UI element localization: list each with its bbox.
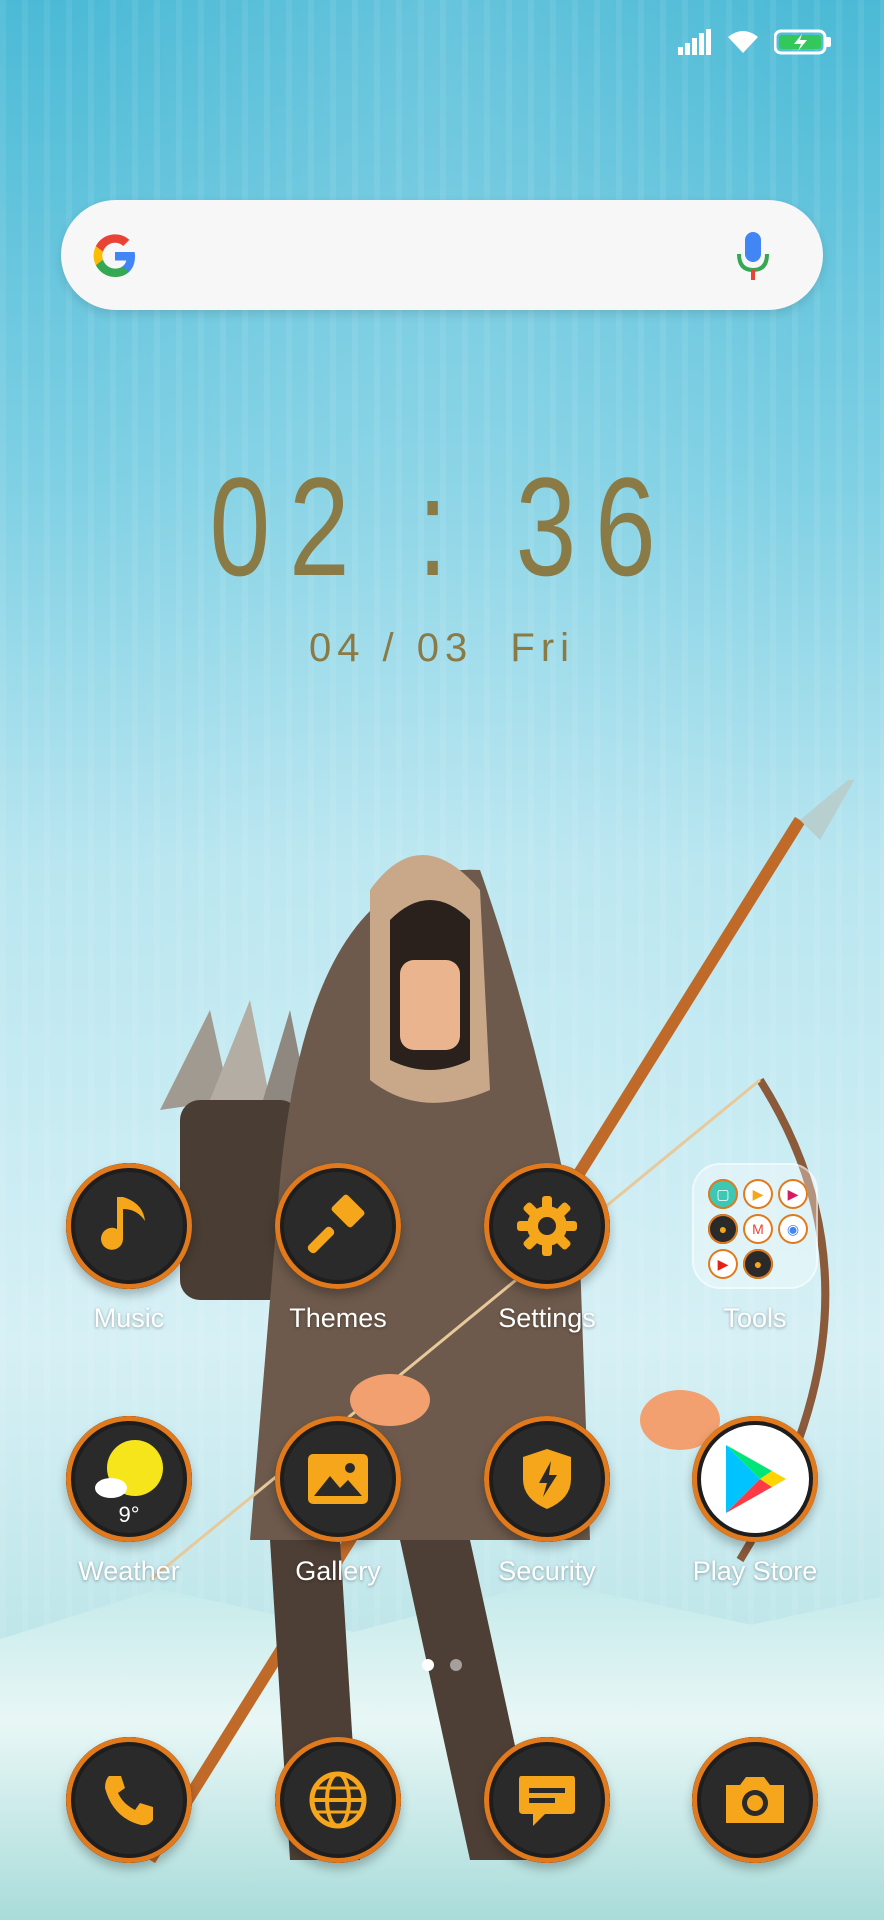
weather-sun-icon: 9° — [66, 1416, 192, 1542]
app-label: Music — [93, 1303, 165, 1333]
app-label: Weather — [78, 1556, 180, 1586]
app-gallery[interactable]: Gallery — [248, 1416, 428, 1587]
shield-bolt-icon — [484, 1416, 610, 1542]
contacts-icon: ● — [708, 1214, 738, 1244]
wallpaper-archer-illustration — [144, 780, 855, 1864]
play-store-icon — [692, 1416, 818, 1542]
folder-icon: ▢ ▶ ▶ ● M ◉ ▶ ● — [692, 1163, 818, 1289]
app-settings[interactable]: Settings — [457, 1163, 637, 1334]
gmail-icon: M — [743, 1214, 773, 1244]
dock-phone[interactable] — [39, 1737, 219, 1863]
youtube-icon: ▶ — [708, 1249, 738, 1279]
clock-time[interactable]: 02 : 36 — [97, 452, 787, 602]
wifi-icon — [728, 31, 758, 53]
folder-tools[interactable]: ▢ ▶ ▶ ● M ◉ ▶ ● Tools — [665, 1163, 845, 1334]
paintbrush-icon — [275, 1163, 401, 1289]
phone-icon — [66, 1737, 192, 1863]
music-note-icon — [66, 1163, 192, 1289]
app-label: Tools — [723, 1303, 787, 1333]
app-label: Play Store — [692, 1556, 818, 1586]
clock-date[interactable]: 04 / 03 Fri — [0, 626, 884, 671]
app-label: Settings — [498, 1303, 596, 1333]
messages-icon — [484, 1737, 610, 1863]
dock-browser[interactable] — [248, 1737, 428, 1863]
date-text: 04 / 03 — [308, 626, 474, 670]
dock-messages[interactable] — [457, 1737, 637, 1863]
page-dot-active[interactable] — [422, 1659, 434, 1671]
signal-icon — [678, 29, 711, 55]
mic-icon[interactable] — [735, 230, 771, 282]
google-logo — [93, 234, 135, 277]
globe-icon — [275, 1737, 401, 1863]
dock-camera[interactable] — [665, 1737, 845, 1863]
day-text: Fri — [510, 626, 576, 670]
page-indicator — [0, 1659, 884, 1671]
gear-icon — [484, 1163, 610, 1289]
status-bar — [678, 22, 832, 62]
app-label: Security — [498, 1556, 596, 1586]
app-music[interactable]: Music — [39, 1163, 219, 1334]
app-play-store[interactable]: Play Store — [665, 1416, 845, 1587]
chrome-icon: ◉ — [778, 1214, 808, 1244]
app-themes[interactable]: Themes — [248, 1163, 428, 1334]
app-label: Gallery — [295, 1556, 381, 1586]
app-weather[interactable]: 9° Weather — [39, 1416, 219, 1587]
app-label: Themes — [289, 1303, 387, 1333]
image-icon — [275, 1416, 401, 1542]
camera-icon — [692, 1737, 818, 1863]
weather-temp: 9° — [118, 1502, 140, 1527]
play-movies-icon: ▶ — [778, 1179, 808, 1209]
scanner-icon: ▢ — [708, 1179, 738, 1209]
google-search-bar[interactable] — [61, 200, 823, 310]
app-security[interactable]: Security — [457, 1416, 637, 1587]
recorder-icon: ● — [743, 1249, 773, 1279]
page-dot[interactable] — [450, 1659, 462, 1671]
battery-charging-icon — [774, 29, 831, 55]
play-music-icon: ▶ — [743, 1179, 773, 1209]
